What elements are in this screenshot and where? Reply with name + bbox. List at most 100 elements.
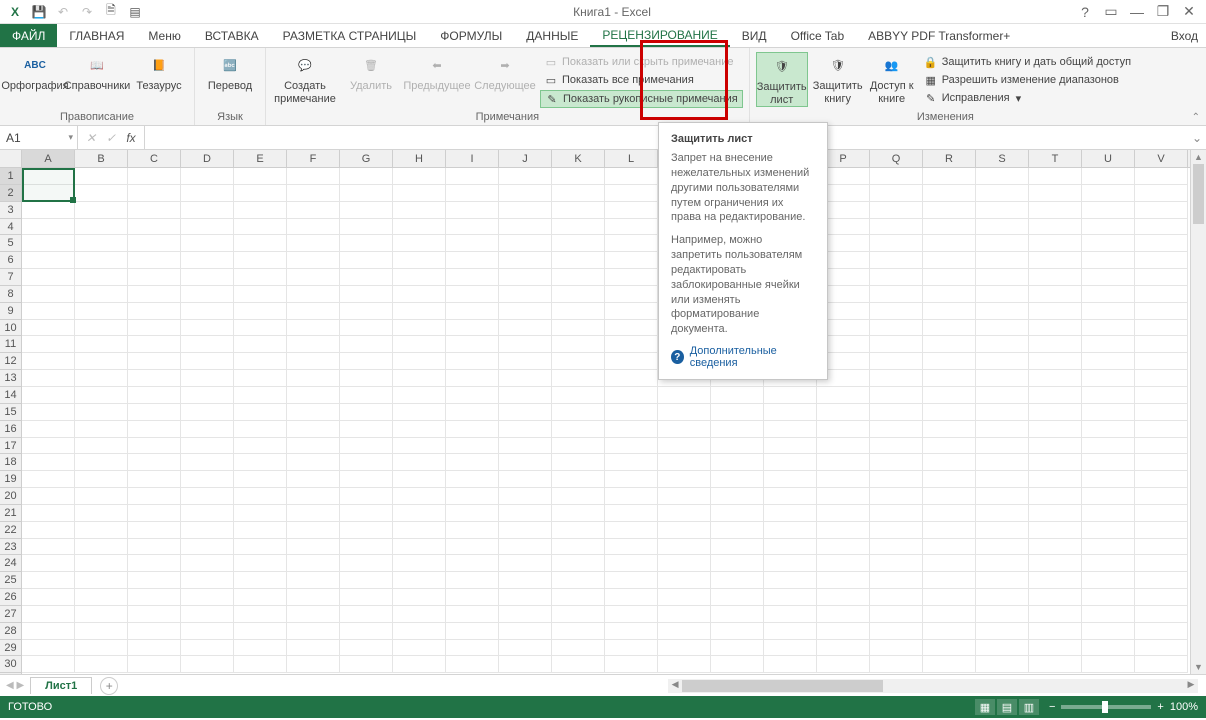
cell[interactable] <box>75 286 128 303</box>
cell[interactable] <box>976 219 1029 236</box>
row-header[interactable]: 4 <box>0 219 21 236</box>
cell[interactable] <box>340 303 393 320</box>
cell[interactable] <box>658 387 711 404</box>
cell[interactable] <box>870 269 923 286</box>
cell[interactable] <box>817 623 870 640</box>
cell[interactable] <box>75 421 128 438</box>
row-header[interactable]: 3 <box>0 202 21 219</box>
cell[interactable] <box>393 336 446 353</box>
cell[interactable] <box>923 353 976 370</box>
column-header[interactable]: U <box>1082 150 1135 167</box>
cell[interactable] <box>552 185 605 202</box>
tab-office-tab[interactable]: Office Tab <box>779 24 857 47</box>
column-header[interactable]: Q <box>870 150 923 167</box>
cell[interactable] <box>181 438 234 455</box>
cell[interactable] <box>181 353 234 370</box>
cell[interactable] <box>340 286 393 303</box>
cell[interactable] <box>393 219 446 236</box>
cell[interactable] <box>22 539 75 556</box>
cell[interactable] <box>1135 640 1188 657</box>
cell[interactable] <box>605 336 658 353</box>
cell[interactable] <box>552 438 605 455</box>
cell[interactable] <box>605 370 658 387</box>
cell[interactable] <box>870 606 923 623</box>
cell[interactable] <box>287 269 340 286</box>
protect-workbook-button[interactable]: 🛡 Защитить книгу <box>812 52 864 105</box>
scroll-left-button[interactable]: ◀ <box>668 679 682 693</box>
cell[interactable] <box>234 539 287 556</box>
cell[interactable] <box>605 202 658 219</box>
cell[interactable] <box>976 370 1029 387</box>
cell[interactable] <box>817 454 870 471</box>
cell[interactable] <box>976 656 1029 673</box>
cell[interactable] <box>1135 539 1188 556</box>
cell[interactable] <box>128 606 181 623</box>
cell[interactable] <box>870 640 923 657</box>
cell[interactable] <box>976 606 1029 623</box>
research-button[interactable]: 📖 Справочники <box>68 52 126 93</box>
cell[interactable] <box>499 235 552 252</box>
cell[interactable] <box>923 185 976 202</box>
cell[interactable] <box>976 539 1029 556</box>
cell[interactable] <box>287 387 340 404</box>
tab-data[interactable]: ДАННЫЕ <box>514 24 590 47</box>
cell[interactable] <box>1135 522 1188 539</box>
cell[interactable] <box>711 421 764 438</box>
row-header[interactable]: 10 <box>0 320 21 337</box>
row-header[interactable]: 24 <box>0 555 21 572</box>
delete-comment-button[interactable]: 🗑 Удалить <box>342 52 400 93</box>
cell[interactable] <box>128 488 181 505</box>
cell[interactable] <box>340 387 393 404</box>
cell[interactable] <box>499 454 552 471</box>
show-ink-button[interactable]: ✎Показать рукописные примечания <box>540 90 743 108</box>
cell[interactable] <box>22 387 75 404</box>
cell[interactable] <box>446 168 499 185</box>
cell[interactable] <box>75 219 128 236</box>
row-header[interactable]: 20 <box>0 488 21 505</box>
cell[interactable] <box>1082 454 1135 471</box>
row-header[interactable]: 22 <box>0 522 21 539</box>
cell[interactable] <box>499 555 552 572</box>
cell[interactable] <box>287 336 340 353</box>
cell[interactable] <box>340 168 393 185</box>
cell[interactable] <box>1135 421 1188 438</box>
cell[interactable] <box>75 438 128 455</box>
cell[interactable] <box>499 572 552 589</box>
cell[interactable] <box>287 656 340 673</box>
cell[interactable] <box>340 522 393 539</box>
sign-in-link[interactable]: Вход <box>1171 24 1198 47</box>
insert-function-button[interactable]: fx <box>122 129 140 147</box>
cell[interactable] <box>711 572 764 589</box>
cell[interactable] <box>870 539 923 556</box>
cell[interactable] <box>287 353 340 370</box>
cell[interactable] <box>923 555 976 572</box>
cell[interactable] <box>552 269 605 286</box>
cell[interactable] <box>393 235 446 252</box>
cell[interactable] <box>75 589 128 606</box>
column-header[interactable]: K <box>552 150 605 167</box>
row-header[interactable]: 21 <box>0 505 21 522</box>
cell[interactable] <box>870 656 923 673</box>
cell[interactable] <box>1082 168 1135 185</box>
cell[interactable] <box>128 471 181 488</box>
cell[interactable] <box>605 286 658 303</box>
cell[interactable] <box>287 438 340 455</box>
cell[interactable] <box>22 640 75 657</box>
cell[interactable] <box>923 320 976 337</box>
cell[interactable] <box>181 202 234 219</box>
cell[interactable] <box>340 370 393 387</box>
cell[interactable] <box>340 555 393 572</box>
cell[interactable] <box>870 370 923 387</box>
cell[interactable] <box>75 471 128 488</box>
cell[interactable] <box>22 505 75 522</box>
cell[interactable] <box>393 202 446 219</box>
cell[interactable] <box>1029 488 1082 505</box>
cell[interactable] <box>1029 185 1082 202</box>
cell[interactable] <box>234 589 287 606</box>
column-header[interactable]: H <box>393 150 446 167</box>
cell[interactable] <box>552 640 605 657</box>
cell[interactable] <box>1082 623 1135 640</box>
cell[interactable] <box>181 336 234 353</box>
cell[interactable] <box>870 421 923 438</box>
cell[interactable] <box>446 454 499 471</box>
